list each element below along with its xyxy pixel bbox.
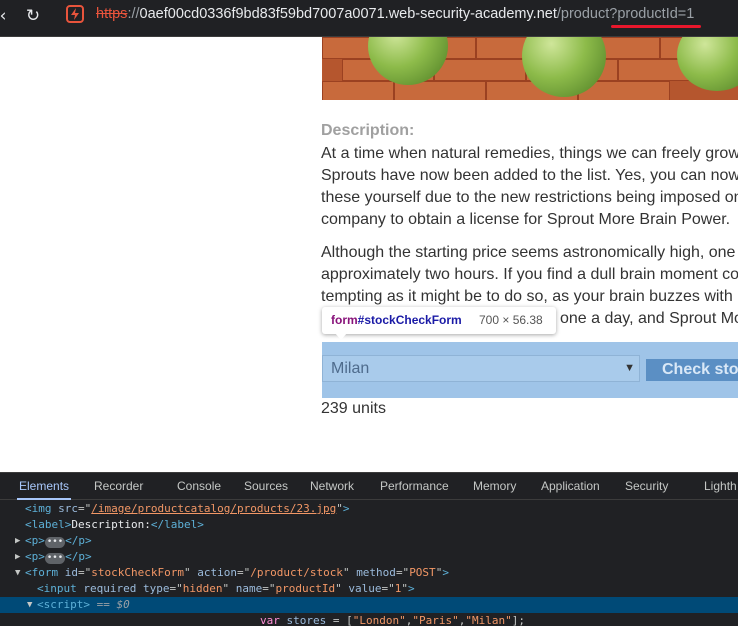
- chevron-down-icon: ▼: [624, 362, 635, 374]
- reload-icon[interactable]: ↻: [20, 3, 46, 29]
- url-host: 0aef00cd0336f9bd83f59bd7007a0071.web-sec…: [139, 6, 557, 22]
- tooltip-tag: form: [331, 313, 358, 327]
- tab-application[interactable]: Application: [541, 473, 600, 500]
- lightning-icon: [66, 5, 84, 23]
- form-method-value: POST: [409, 566, 436, 579]
- form-id-value: stockCheckForm: [91, 566, 184, 579]
- dom-node-p[interactable]: ▶ <p> ••• </p>: [0, 549, 738, 565]
- dom-node-form[interactable]: ▼ <form id="stockCheckForm" action="/pro…: [0, 565, 738, 581]
- store-select-value: Milan: [331, 360, 370, 377]
- tab-recorder[interactable]: Recorder: [94, 473, 143, 500]
- tab-performance[interactable]: Performance: [380, 473, 449, 500]
- dom-node-input[interactable]: <input required type="hidden" name="prod…: [0, 581, 738, 597]
- script-content-line: var stores = ["London","Paris","Milan"];: [260, 614, 525, 627]
- form-action-value: /product/stock: [250, 566, 343, 579]
- input-name-value: productId: [275, 582, 336, 595]
- address-bar[interactable]: https://0aef00cd0336f9bd83f59bd7007a0071…: [96, 6, 694, 22]
- product-image: [322, 37, 738, 100]
- back-icon[interactable]: ‹: [0, 3, 16, 29]
- tab-network[interactable]: Network: [310, 473, 354, 500]
- devtools-tabbar: Elements Recorder Console Sources Networ…: [0, 473, 738, 500]
- img-src-link[interactable]: /image/productcatalog/products/23.jpg: [91, 502, 336, 515]
- store-string: Milan: [472, 614, 506, 627]
- devtools-panel: Elements Recorder Console Sources Networ…: [0, 472, 738, 627]
- url-separator: ://: [127, 6, 140, 22]
- tooltip-dimensions: 700 × 56.38: [479, 313, 543, 327]
- tab-elements[interactable]: Elements: [16, 473, 72, 500]
- collapse-triangle-icon[interactable]: ▼: [15, 565, 20, 581]
- ellipsis-icon[interactable]: •••: [44, 537, 66, 548]
- browser-toolbar: ‹ ↻ https://0aef00cd0336f9bd83f59bd7007a…: [0, 0, 738, 37]
- description-line: tempting as it might be to do so, as you…: [321, 288, 733, 305]
- dom-node-label[interactable]: <label>Description:</label>: [0, 517, 738, 533]
- description-line: Although the starting price seems astron…: [321, 244, 736, 261]
- element-inspect-tooltip: form#stockCheckForm 700 × 56.38: [322, 307, 556, 334]
- url-scheme: https: [96, 6, 128, 22]
- stock-check-form: Milan ▼ Check sto: [322, 342, 738, 398]
- store-string: London: [359, 614, 400, 627]
- description-line: Sprouts have now been added to the list.…: [321, 167, 738, 184]
- tooltip-id: #stockCheckForm: [357, 313, 462, 327]
- store-string: Paris: [419, 614, 453, 627]
- selected-node-marker: == $0: [96, 598, 130, 611]
- description-line: one a day, and Sprout Mo: [560, 310, 738, 327]
- collapse-triangle-icon[interactable]: ▼: [27, 597, 32, 613]
- red-underline-annotation: [611, 25, 701, 28]
- expand-triangle-icon[interactable]: ▶: [15, 533, 20, 549]
- label-text: Description:: [71, 518, 151, 531]
- url-query: productId=1: [617, 6, 695, 22]
- description-line: company to obtain a license for Sprout M…: [321, 211, 731, 228]
- ellipsis-icon[interactable]: •••: [44, 553, 66, 564]
- tab-console[interactable]: Console: [177, 473, 221, 500]
- store-select[interactable]: Milan ▼: [322, 355, 640, 382]
- input-type-value: hidden: [182, 582, 223, 595]
- description-line: approximately two hours. If you find a d…: [321, 266, 738, 283]
- tab-security[interactable]: Security: [625, 473, 668, 500]
- dom-node-img[interactable]: <img src="/image/productcatalog/products…: [0, 501, 738, 517]
- description-line: these yourself due to the new restrictio…: [321, 189, 738, 206]
- stock-result: 239 units: [321, 400, 386, 417]
- description-title: Description:: [321, 122, 415, 139]
- input-value-value: 1: [394, 582, 402, 595]
- tab-memory[interactable]: Memory: [473, 473, 516, 500]
- dom-node-script[interactable]: ▼ <script> == $0: [0, 597, 738, 613]
- url-path: /product?: [556, 6, 618, 22]
- description-line: At a time when natural remedies, things …: [321, 145, 738, 162]
- expand-triangle-icon[interactable]: ▶: [15, 549, 20, 565]
- dom-node-p[interactable]: ▶ <p> ••• </p>: [0, 533, 738, 549]
- tab-sources[interactable]: Sources: [244, 473, 288, 500]
- tooltip-arrow: [335, 333, 347, 340]
- tab-lighthouse[interactable]: Lighth: [704, 473, 737, 500]
- check-stock-button[interactable]: Check sto: [646, 359, 738, 381]
